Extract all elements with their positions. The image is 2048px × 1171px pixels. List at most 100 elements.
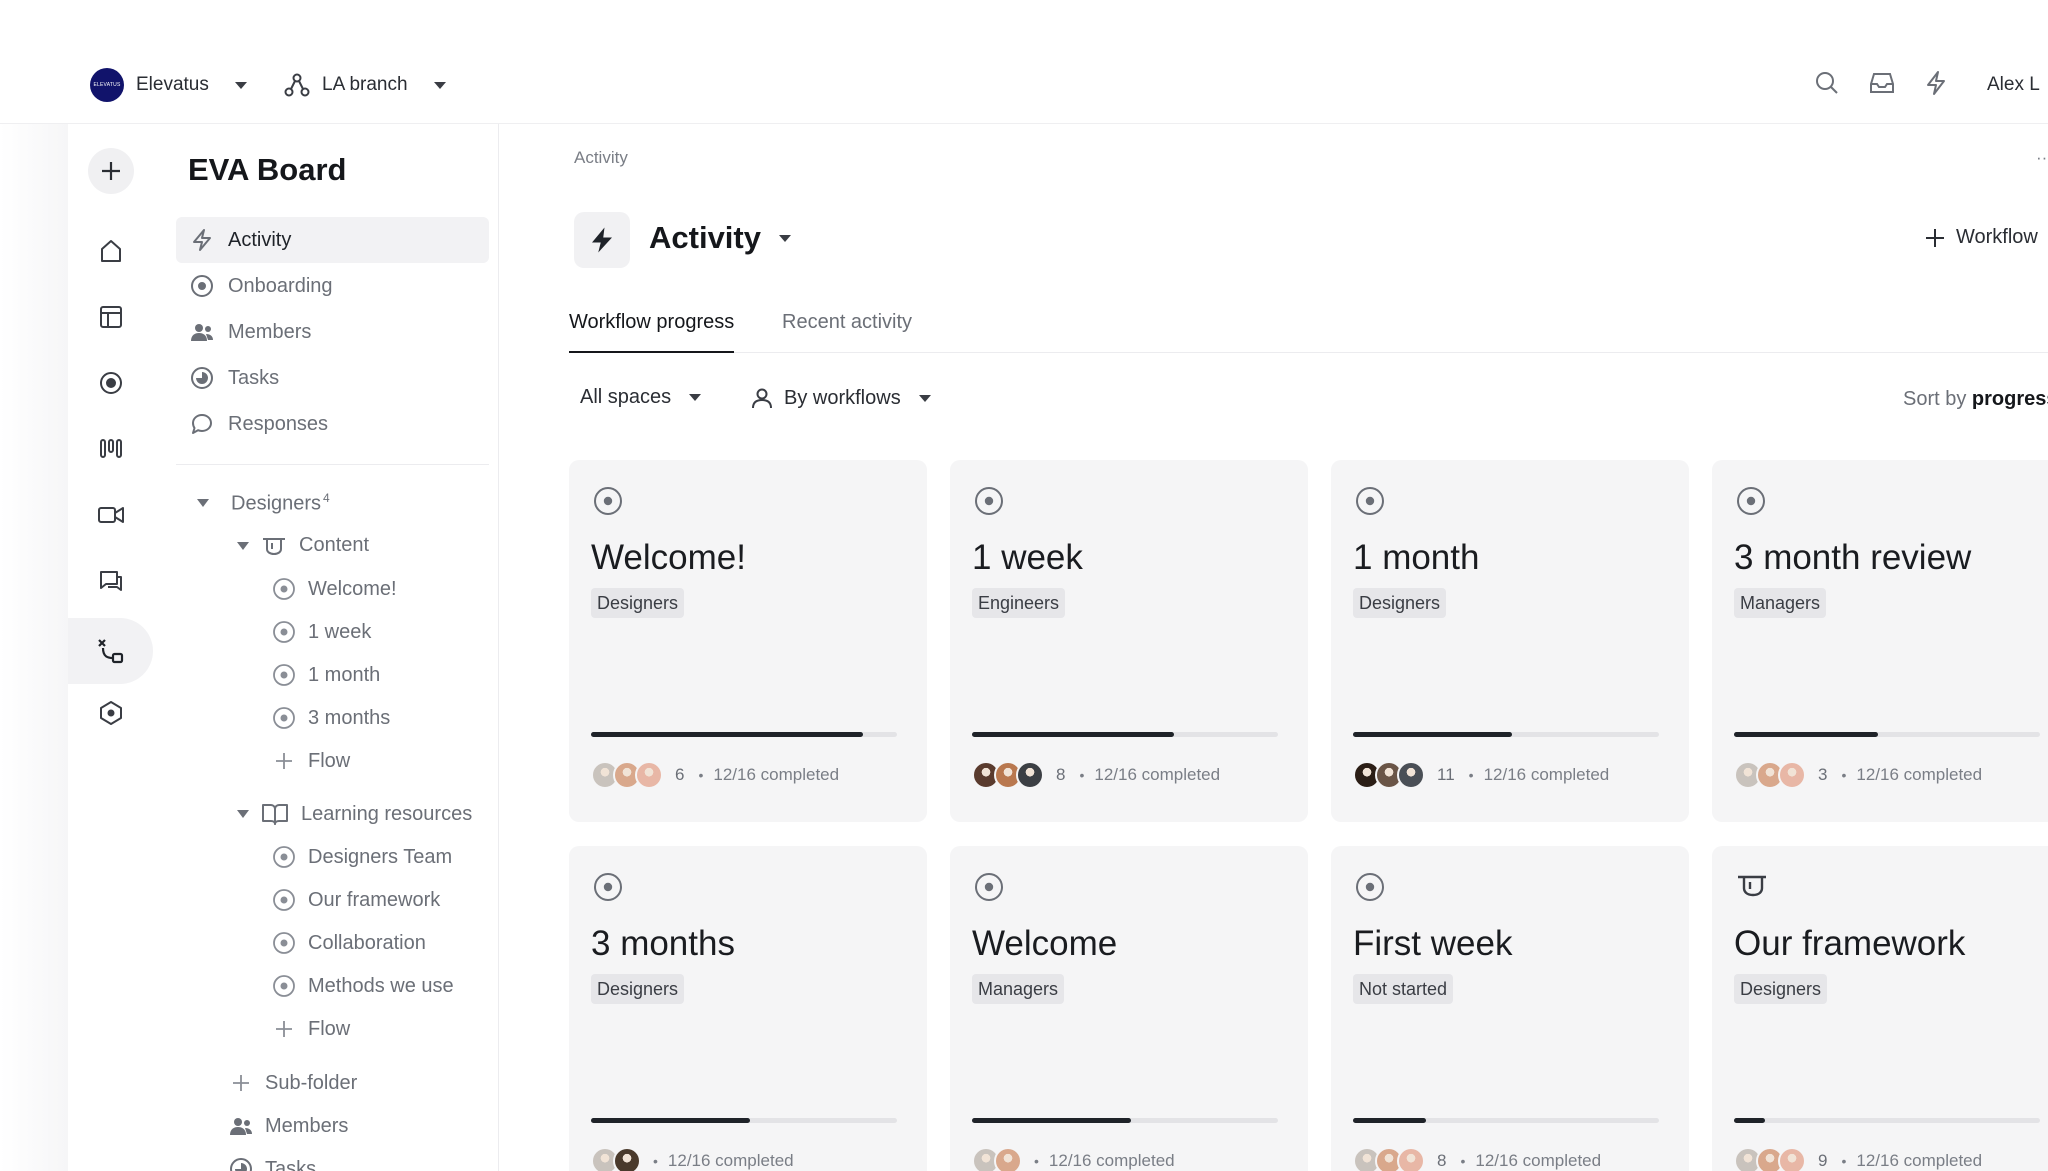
workflow-card[interactable]: First week Not started 8 • 12/16 completed xyxy=(1331,846,1689,1171)
branch-switcher[interactable]: LA branch xyxy=(284,68,446,102)
org-switcher[interactable]: ELEVATUS Elevatus xyxy=(90,68,247,102)
plus-icon xyxy=(1926,228,1944,247)
home-icon[interactable] xyxy=(88,228,134,274)
page-title[interactable]: Activity xyxy=(649,220,791,256)
card-title: 1 week xyxy=(972,538,1083,577)
lightning-icon[interactable] xyxy=(1924,70,1948,96)
video-icon[interactable] xyxy=(88,492,134,538)
add-subfolder-button[interactable]: Sub-folder xyxy=(229,1071,357,1095)
workflow-card[interactable]: Welcome! Designers 6 • 12/16 completed xyxy=(569,460,927,822)
spaces-filter[interactable]: All spaces xyxy=(580,386,702,409)
folder-learning-resources[interactable]: Learning resources xyxy=(237,802,472,826)
app-rail xyxy=(68,124,153,1171)
progress-bar xyxy=(1734,1118,2040,1123)
avatar-stack[interactable] xyxy=(972,1147,1022,1171)
folder-tasks[interactable]: Tasks xyxy=(229,1157,316,1171)
space-nav: Activity Onboarding Members Tasks Respon… xyxy=(176,217,489,447)
more-menu-button[interactable]: ·· xyxy=(2036,148,2047,168)
target-icon xyxy=(273,975,295,997)
folder-designers[interactable]: Designers 4 xyxy=(197,491,330,516)
progress-fill xyxy=(591,1118,751,1123)
inbox-icon[interactable] xyxy=(1868,70,1896,96)
expand-caret-icon[interactable] xyxy=(237,810,249,818)
top-bar: ELEVATUS Elevatus LA branch Alex L xyxy=(0,0,2048,124)
progress-bar xyxy=(972,1118,1278,1123)
workflow-card[interactable]: 1 week Engineers 8 • 12/16 completed xyxy=(950,460,1308,822)
card-title: First week xyxy=(1353,924,1513,963)
integrations-icon[interactable] xyxy=(88,690,134,736)
avatar-stack[interactable] xyxy=(591,1147,641,1171)
create-button[interactable] xyxy=(88,148,134,194)
card-footer: 3 • 12/16 completed xyxy=(1734,760,1982,790)
group-filter[interactable]: By workflows xyxy=(750,386,931,410)
tab-workflow-progress[interactable]: Workflow progress xyxy=(569,300,735,353)
add-flow-button[interactable]: Flow xyxy=(272,749,350,773)
completion-status: 12/16 completed xyxy=(1856,1151,1983,1170)
flow-1-month[interactable]: 1 month xyxy=(272,663,380,687)
flow-designers-team[interactable]: Designers Team xyxy=(272,845,452,869)
workflow-card[interactable]: 3 months Designers • 12/16 completed xyxy=(569,846,927,1171)
member-count: 8 xyxy=(1437,1151,1447,1170)
messages-icon[interactable] xyxy=(88,558,134,604)
folder-members[interactable]: Members xyxy=(229,1114,348,1138)
search-icon[interactable] xyxy=(1814,70,1840,96)
breadcrumb[interactable]: Activity xyxy=(574,148,628,168)
flow-1-week[interactable]: 1 week xyxy=(272,620,371,644)
separator-dot: • xyxy=(653,1153,658,1169)
progress-bar xyxy=(1734,732,2040,737)
avatar-stack[interactable] xyxy=(1353,761,1425,789)
sidebar-item-tasks[interactable]: Tasks xyxy=(176,355,489,401)
avatar-stack[interactable] xyxy=(972,761,1044,789)
people-icon xyxy=(191,324,213,341)
add-workflow-button[interactable]: Workflow xyxy=(1924,226,2038,249)
sort-control[interactable]: Sort by progress xyxy=(1903,388,2048,411)
workflow-card[interactable]: 1 month Designers 11 • 12/16 completed xyxy=(1331,460,1689,822)
workflow-card[interactable]: 3 month review Managers 3 • 12/16 completed xyxy=(1712,460,2048,822)
flow-methods-we-use[interactable]: Methods we use xyxy=(272,974,454,998)
sidebar-item-activity[interactable]: Activity xyxy=(176,217,489,263)
sidebar-item-members[interactable]: Members xyxy=(176,309,489,355)
chevron-down-icon xyxy=(778,234,791,242)
member-count: 6 xyxy=(675,765,685,784)
card-tag: Not started xyxy=(1353,974,1454,1004)
completion-status: 12/16 completed xyxy=(1048,1151,1175,1170)
avatar-stack[interactable] xyxy=(1734,761,1806,789)
workflows-icon[interactable] xyxy=(68,618,153,684)
separator-dot: • xyxy=(1841,767,1847,783)
add-flow-button[interactable]: Flow xyxy=(272,1017,350,1041)
expand-caret-icon[interactable] xyxy=(237,541,249,550)
user-menu[interactable]: Alex L xyxy=(1987,74,2040,96)
task-circle-icon xyxy=(230,1158,252,1171)
avatar-stack[interactable] xyxy=(1734,1147,1806,1171)
columns-icon[interactable] xyxy=(88,426,134,472)
completion-status: 12/16 completed xyxy=(1483,765,1610,784)
completion-status: 12/16 completed xyxy=(667,1151,794,1170)
card-title: Welcome xyxy=(972,924,1118,963)
card-tag: Designers xyxy=(591,974,685,1004)
flow-our-framework[interactable]: Our framework xyxy=(272,888,440,912)
chevron-down-icon xyxy=(433,81,446,89)
card-title: 1 month xyxy=(1353,538,1480,577)
people-icon xyxy=(230,1118,252,1135)
avatar-stack[interactable] xyxy=(591,761,663,789)
folder-content[interactable]: Content xyxy=(237,534,369,557)
sidebar-item-responses[interactable]: Responses xyxy=(176,401,489,447)
board-icon[interactable] xyxy=(88,294,134,340)
workflow-card[interactable]: Our framework Designers 9 • 12/16 completed xyxy=(1712,846,2048,1171)
card-tag: Designers xyxy=(1734,974,1828,1004)
expand-caret-icon[interactable] xyxy=(197,499,209,508)
workflow-card[interactable]: Welcome Managers • 12/16 completed xyxy=(950,846,1308,1171)
branch-name: LA branch xyxy=(322,74,408,95)
flow-welcome[interactable]: Welcome! xyxy=(272,577,397,601)
tab-bar: Workflow progress Recent activity xyxy=(569,300,2048,353)
target-icon xyxy=(974,486,1004,516)
analytics-icon[interactable] xyxy=(88,360,134,406)
sidebar-item-onboarding[interactable]: Onboarding xyxy=(176,263,489,309)
tab-recent-activity[interactable]: Recent activity xyxy=(782,300,912,353)
flow-3-months[interactable]: 3 months xyxy=(272,706,390,730)
flow-collaboration[interactable]: Collaboration xyxy=(272,931,426,955)
person-icon xyxy=(752,388,772,409)
card-footer: • 12/16 completed xyxy=(591,1146,794,1171)
avatar-stack[interactable] xyxy=(1353,1147,1425,1171)
progress-bar xyxy=(1353,1118,1659,1123)
